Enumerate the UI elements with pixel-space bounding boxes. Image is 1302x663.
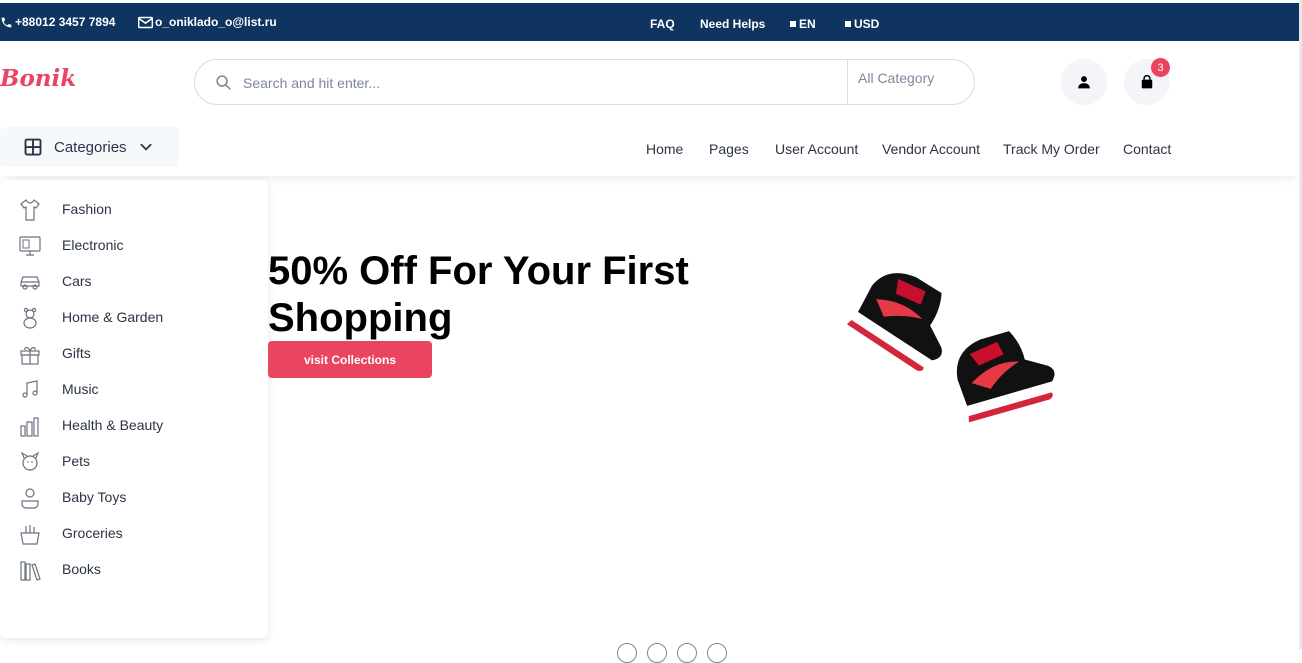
- category-label: Groceries: [62, 525, 123, 541]
- visit-collections-button[interactable]: visit Collections: [268, 341, 432, 378]
- cosmetics-icon: [20, 417, 39, 437]
- search-input[interactable]: [243, 72, 823, 94]
- category-item-home-garden[interactable]: Home & Garden: [0, 300, 268, 336]
- category-menu: Fashion Electronic Cars Home & Garden Gi…: [0, 180, 268, 638]
- music-icon: [22, 380, 38, 398]
- nav-home[interactable]: Home: [646, 141, 683, 157]
- car-icon: [20, 276, 40, 290]
- category-label: Electronic: [62, 237, 124, 253]
- language-label: EN: [799, 17, 816, 31]
- category-item-books[interactable]: Books: [0, 552, 268, 588]
- search-divider: [847, 60, 848, 104]
- currency-selector[interactable]: USD: [845, 17, 879, 31]
- phone-contact[interactable]: +88012 3457 7894: [0, 15, 115, 29]
- books-icon: [20, 561, 41, 581]
- category-item-pets[interactable]: Pets: [0, 444, 268, 480]
- category-label: Pets: [62, 453, 91, 469]
- category-item-music[interactable]: Music: [0, 372, 268, 408]
- flag-icon: [845, 21, 851, 27]
- carousel-dot[interactable]: [677, 643, 697, 663]
- phone-icon: [1, 17, 12, 27]
- mail-icon: [138, 16, 153, 28]
- category-label: Books: [62, 561, 101, 577]
- gift-icon: [20, 346, 40, 365]
- category-label: Health & Beauty: [62, 417, 164, 433]
- language-selector[interactable]: EN: [790, 17, 816, 31]
- categories-label: Categories: [54, 138, 127, 156]
- carousel-dot[interactable]: [647, 643, 667, 663]
- category-item-cars[interactable]: Cars: [0, 264, 268, 300]
- search-bar: All Category: [194, 59, 975, 105]
- sneakers-image: [846, 273, 1055, 423]
- grid-icon: [24, 138, 42, 156]
- email-text: o_oniklado_o@list.ru: [155, 15, 277, 29]
- baby-toy-icon: [21, 488, 39, 509]
- header: Bonik All Category 3 Categories Home Pag…: [0, 41, 1302, 176]
- nav-user-account[interactable]: User Account: [775, 141, 858, 157]
- basket-icon: [20, 525, 40, 545]
- nav-track-my-order[interactable]: Track My Order: [1003, 141, 1100, 157]
- category-label: Fashion: [62, 201, 112, 217]
- need-help-link[interactable]: Need Helps: [700, 17, 765, 31]
- cart-count-badge: 3: [1151, 58, 1170, 77]
- email-contact[interactable]: o_oniklado_o@list.ru: [138, 15, 277, 29]
- nav-vendor-account[interactable]: Vendor Account: [882, 141, 980, 157]
- top-bar: +88012 3457 7894 o_oniklado_o@list.ru FA…: [0, 3, 1302, 41]
- currency-label: USD: [854, 17, 880, 31]
- flag-icon: [790, 21, 796, 27]
- hero-title: 50% Off For Your First Shopping: [268, 249, 689, 340]
- category-item-groceries[interactable]: Groceries: [0, 516, 268, 552]
- dress-icon: [20, 199, 40, 221]
- nav-pages[interactable]: Pages: [709, 141, 749, 157]
- category-label: Cars: [62, 273, 92, 289]
- category-select[interactable]: All Category: [858, 70, 934, 86]
- category-label: Gifts: [62, 345, 91, 361]
- carousel-dot[interactable]: [707, 643, 727, 663]
- category-item-health-beauty[interactable]: Health & Beauty: [0, 408, 268, 444]
- categories-button[interactable]: Categories: [0, 127, 179, 167]
- monitor-icon: [19, 236, 41, 256]
- chevron-down-icon: [140, 143, 152, 151]
- carousel-dots: [617, 643, 727, 663]
- category-item-electronic[interactable]: Electronic: [0, 228, 268, 264]
- shopping-bag-icon: [1141, 75, 1153, 89]
- logo[interactable]: Bonik: [0, 65, 76, 92]
- search-icon: [216, 75, 231, 90]
- phone-text: +88012 3457 7894: [15, 15, 116, 29]
- category-label: Baby Toys: [62, 489, 127, 505]
- carousel-dot[interactable]: [617, 643, 637, 663]
- faq-link[interactable]: FAQ: [650, 17, 675, 31]
- category-label: Music: [62, 381, 99, 397]
- category-item-baby-toys[interactable]: Baby Toys: [0, 480, 268, 516]
- category-item-gifts[interactable]: Gifts: [0, 336, 268, 372]
- user-account-button[interactable]: [1061, 59, 1107, 105]
- nav-contact[interactable]: Contact: [1123, 141, 1171, 157]
- category-item-fashion[interactable]: Fashion: [0, 192, 268, 228]
- user-icon: [1078, 76, 1090, 89]
- teddy-bear-icon: [23, 307, 37, 329]
- category-label: Home & Garden: [62, 309, 164, 325]
- pet-icon: [20, 451, 40, 471]
